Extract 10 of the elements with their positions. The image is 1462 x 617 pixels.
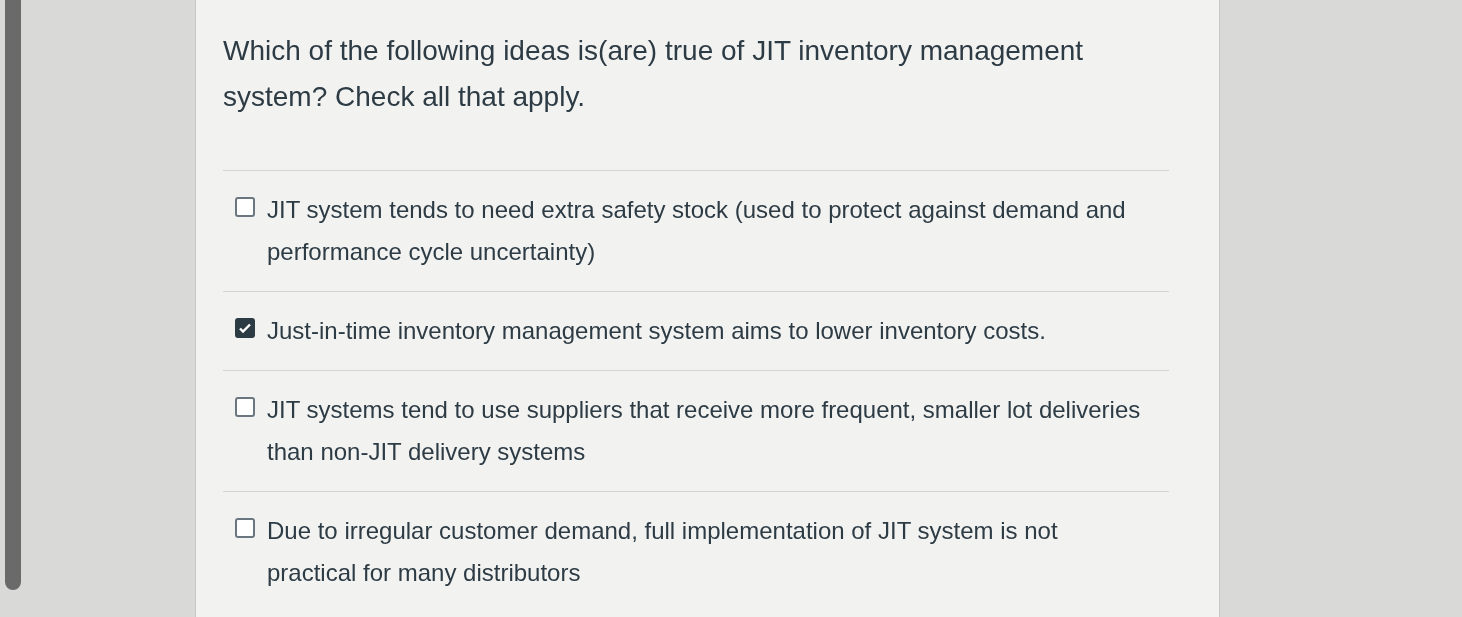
- option-label[interactable]: JIT system tends to need extra safety stock (used to protect against demand and performance cycle uncertainty): [267, 189, 1147, 273]
- checkbox[interactable]: [235, 197, 255, 217]
- checkbox[interactable]: [235, 397, 255, 417]
- question-text: Which of the following ideas is(are) true of JIT inventory management system? Check all that apply.: [223, 34, 1085, 114]
- checkbox[interactable]: [235, 518, 255, 538]
- option-label[interactable]: Just-in-time inventory management system aims to lower inventory costs.: [267, 310, 1046, 352]
- check-icon: [238, 321, 252, 335]
- checkbox[interactable]: [235, 318, 255, 338]
- option-label[interactable]: Due to irregular customer demand, full implementation of JIT system is not practical for many distributors: [267, 510, 1147, 594]
- option-label[interactable]: JIT systems tend to use suppliers that receive more frequent, smaller lot deliveries than non-JIT delivery systems: [267, 389, 1147, 473]
